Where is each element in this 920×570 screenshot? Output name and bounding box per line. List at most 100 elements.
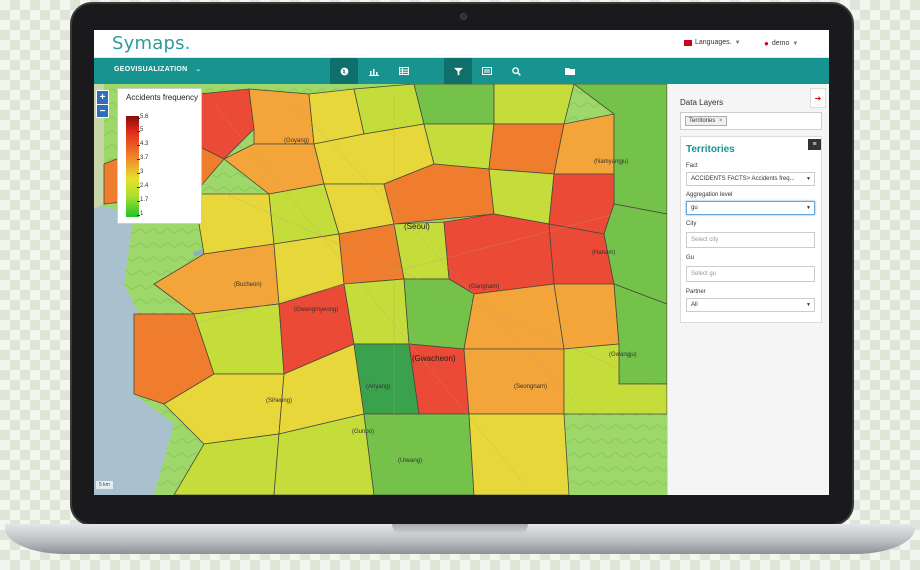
district-gangnam[interactable] xyxy=(443,213,555,295)
data-layers-panel: Data Layers ➔ Territories × Territories … xyxy=(667,84,829,495)
chart-button[interactable] xyxy=(360,58,388,84)
layers-select[interactable]: Territories × xyxy=(680,112,822,130)
choropleth-map[interactable]: + − Accidents frequency 5.6 5 4.3 3.7 3 … xyxy=(94,84,667,495)
logout-icon: ➔ xyxy=(814,93,822,103)
globe-icon xyxy=(340,67,348,75)
legend-title: Accidents frequency xyxy=(126,93,199,102)
app-logo[interactable]: Symaps. xyxy=(112,33,191,54)
languages-label: Languages. xyxy=(695,39,732,46)
user-label: demo xyxy=(771,40,790,47)
city-label: City xyxy=(686,221,697,227)
table-button[interactable] xyxy=(390,58,418,84)
district-uiwang[interactable] xyxy=(353,343,420,415)
district-gwacheon[interactable] xyxy=(403,278,475,350)
table-icon xyxy=(399,67,409,75)
list-icon xyxy=(482,67,492,75)
partner-label: Partner xyxy=(686,289,706,295)
district-seongnam[interactable] xyxy=(463,283,565,350)
partner-value: All xyxy=(691,302,698,308)
collapse-panel-button[interactable]: ➔ xyxy=(810,88,826,108)
nav-bar: GEOVISUALIZATION ⌄ xyxy=(94,58,829,84)
district-yeongdeungpo[interactable] xyxy=(338,223,405,285)
map-label-seongnam: (Seongnam) xyxy=(514,384,548,390)
user-menu[interactable]: ● demo ▼ xyxy=(764,39,798,48)
webcam xyxy=(460,13,467,20)
languages-dropdown[interactable]: Languages. ▼ xyxy=(684,39,741,46)
gu-label: Gu xyxy=(686,255,695,261)
map-label-gwangmyeong: (Gwangmyeong) xyxy=(294,307,339,313)
map-legend: Accidents frequency 5.6 5 4.3 3.7 3 2.4 … xyxy=(117,88,202,224)
map-label-gwangju: (Gwangju) xyxy=(609,352,637,358)
partner-select[interactable]: All ▼ xyxy=(686,298,815,312)
list-button[interactable] xyxy=(473,58,501,84)
search-icon xyxy=(511,66,521,76)
aggregation-select[interactable]: gu ▼ xyxy=(686,201,815,215)
dropdown-arrow-icon: ▼ xyxy=(806,205,811,211)
user-icon: ● xyxy=(764,39,769,48)
chevron-down-icon: ⌄ xyxy=(195,67,202,73)
district-goyang-north[interactable] xyxy=(248,88,315,145)
zoom-out-button[interactable]: − xyxy=(97,104,108,117)
district-s4[interactable] xyxy=(468,413,570,495)
legend-tick: 3.7 xyxy=(136,155,149,161)
district-uijeongbu[interactable] xyxy=(493,84,575,125)
map-label-siheung: (Siheung) xyxy=(266,398,293,404)
map-label-gangnam: (Gangnam) xyxy=(469,284,500,290)
map-label-bucheon: (Bucheon) xyxy=(234,282,262,288)
territories-section: Territories ≡ Fact ACCIDENTS FACTS> Acci… xyxy=(680,136,822,323)
top-bar: Symaps. Languages. ▼ ● demo ▼ xyxy=(94,30,829,58)
legend-tick: 1.7 xyxy=(136,197,149,203)
legend-tick: 5.6 xyxy=(136,114,149,120)
folder-button[interactable] xyxy=(556,58,584,84)
zoom-in-button[interactable]: + xyxy=(97,91,108,104)
filter-icon xyxy=(453,67,463,75)
city-select[interactable]: Select city xyxy=(686,232,815,248)
map-label-goyang: (Goyang) xyxy=(284,138,310,144)
legend-tick: 1 xyxy=(136,211,144,217)
dropdown-arrow-icon: ▼ xyxy=(806,176,811,182)
panel-title: Data Layers xyxy=(680,98,724,107)
gu-select[interactable]: Select gu xyxy=(686,266,815,282)
map-label-anyang: (Anyang) xyxy=(366,384,391,390)
legend-tick: 4.3 xyxy=(136,141,149,147)
bar-chart-icon xyxy=(369,68,379,76)
aggregation-value: gu xyxy=(691,205,698,211)
district-gangseo[interactable] xyxy=(193,193,275,255)
chevron-down-icon: ▼ xyxy=(792,40,799,47)
menu-icon: ≡ xyxy=(812,141,817,148)
district-dong[interactable] xyxy=(548,173,615,235)
globe-button[interactable] xyxy=(330,58,358,84)
map-scale: 5 km xyxy=(96,481,113,489)
map-label-uiwang: (Uiwang) xyxy=(398,458,423,464)
district-yongin[interactable] xyxy=(463,348,565,415)
gu-placeholder: Select gu xyxy=(691,271,717,277)
zoom-control: + − xyxy=(96,90,109,118)
district-anyang[interactable] xyxy=(343,278,410,345)
fact-select[interactable]: ACCIDENTS FACTS> Accidents freq... ▼ xyxy=(686,172,815,186)
map-label-gunpo: (Gunpo) xyxy=(352,429,375,435)
fact-label: Fact xyxy=(686,163,698,169)
district-n3[interactable] xyxy=(488,123,565,175)
territories-title: Territories xyxy=(686,144,735,155)
geovisualization-menu[interactable]: GEOVISUALIZATION ⌄ xyxy=(114,66,201,73)
layer-chip[interactable]: Territories × xyxy=(685,116,727,126)
map-label-seoul: (Seoul) xyxy=(404,222,430,231)
folder-icon xyxy=(565,68,575,75)
legend-tick: 2.4 xyxy=(136,183,149,189)
search-button[interactable] xyxy=(502,58,530,84)
legend-tick: 3 xyxy=(136,169,144,175)
layer-chip-label: Territories xyxy=(689,118,716,124)
flag-icon xyxy=(684,39,692,46)
app-screen: Symaps. Languages. ▼ ● demo ▼ GEOVISUALI… xyxy=(94,30,829,495)
remove-chip-icon[interactable]: × xyxy=(719,118,723,124)
filter-button[interactable] xyxy=(444,58,472,84)
district-nw2[interactable] xyxy=(413,84,495,125)
aggregation-label: Aggregation level xyxy=(686,192,733,198)
district-s3[interactable] xyxy=(363,413,475,495)
laptop-notch xyxy=(392,524,528,534)
city-placeholder: Select city xyxy=(691,237,719,243)
district-seongnam-east[interactable] xyxy=(553,283,620,350)
district-n2[interactable] xyxy=(423,123,495,170)
hamburger-menu-button[interactable]: ≡ xyxy=(808,139,821,150)
map-label-gwacheon: (Gwacheon) xyxy=(412,354,456,363)
